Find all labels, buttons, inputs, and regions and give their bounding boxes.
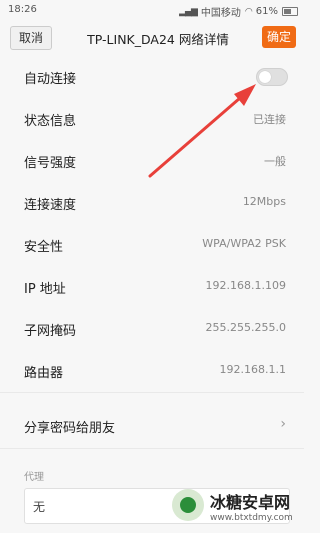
annotation-arrow bbox=[148, 84, 256, 178]
arrow-shaft bbox=[148, 96, 242, 178]
watermark-name: 冰糖安卓网 bbox=[210, 493, 291, 512]
arrow-head bbox=[234, 84, 256, 106]
watermark: 冰糖安卓网 www.btxtdmy.com bbox=[172, 485, 300, 529]
watermark-url: www.btxtdmy.com bbox=[210, 513, 293, 523]
watermark-logo-icon bbox=[172, 489, 204, 521]
